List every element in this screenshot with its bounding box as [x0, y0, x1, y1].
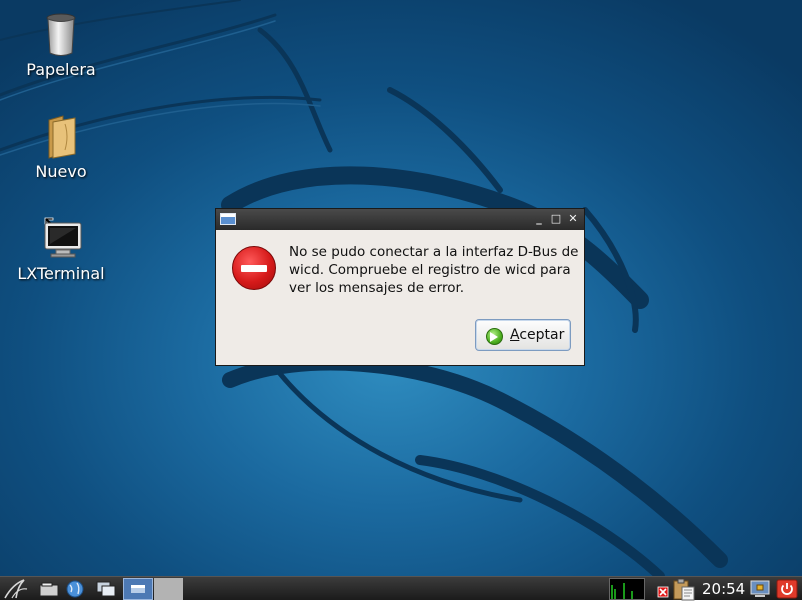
clock[interactable]: 20:54	[702, 578, 745, 600]
taskbar-window-button[interactable]	[123, 578, 153, 600]
power-icon[interactable]	[776, 579, 798, 599]
desktop-icon-terminal-label: LXTerminal	[17, 264, 105, 283]
browser-icon[interactable]	[64, 579, 86, 599]
desktop: Papelera Nuevo LXTerminal _ □ ✕ No se pu…	[0, 0, 802, 576]
terminal-icon	[41, 216, 82, 262]
dialog-message: No se pudo conectar a la interfaz D-Bus …	[289, 244, 579, 296]
accept-button-label: Aceptar	[510, 327, 565, 343]
desktop-icon-trash[interactable]: Papelera	[6, 12, 116, 79]
desktop-icon-new-folder-label: Nuevo	[35, 162, 87, 181]
close-button[interactable]: ✕	[567, 213, 579, 225]
menu-icon[interactable]	[4, 579, 28, 599]
error-dialog: _ □ ✕ No se pudo conectar a la interfaz …	[215, 208, 585, 366]
folder-icon	[41, 114, 81, 160]
taskbar: 20:54	[0, 576, 802, 601]
screen-lock-icon[interactable]	[749, 579, 771, 599]
ok-arrow-icon	[486, 328, 503, 345]
dialog-titlebar[interactable]: _ □ ✕	[216, 209, 584, 230]
desktop-icon-trash-label: Papelera	[26, 60, 96, 79]
minimize-button[interactable]: _	[533, 213, 545, 225]
taskbar-empty-slot	[154, 578, 183, 600]
cpu-monitor[interactable]	[609, 578, 645, 600]
error-icon	[232, 246, 276, 290]
show-desktop-icon[interactable]	[95, 579, 117, 599]
desktop-icon-terminal[interactable]: LXTerminal	[6, 216, 116, 283]
desktop-icon-new-folder[interactable]: Nuevo	[6, 114, 116, 181]
accept-button[interactable]: Aceptar	[475, 319, 571, 351]
file-manager-icon[interactable]	[38, 579, 60, 599]
window-icon	[220, 213, 236, 225]
trash-icon	[41, 12, 81, 58]
maximize-button[interactable]: □	[550, 213, 562, 225]
clipboard-icon[interactable]	[672, 578, 695, 601]
